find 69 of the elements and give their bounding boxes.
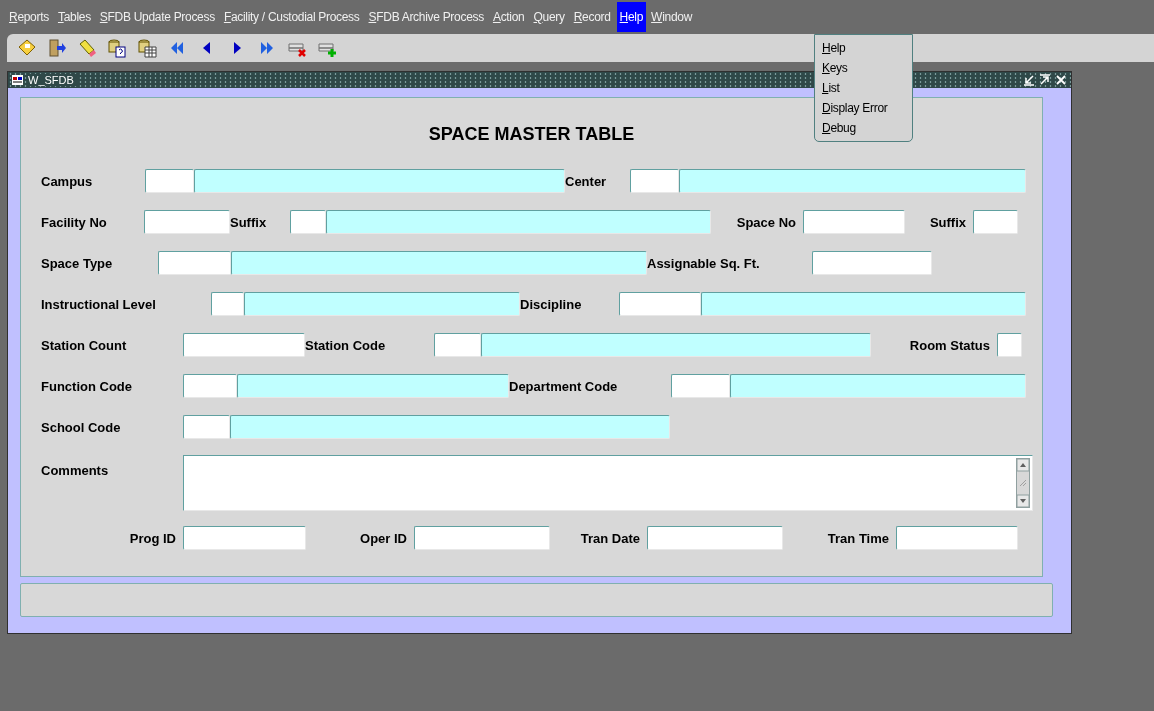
save-icon[interactable] <box>17 38 37 58</box>
menu-item[interactable]: Reports <box>6 2 52 32</box>
menu-entry[interactable]: Keys <box>815 59 912 79</box>
field-label: Tran Time <box>826 530 890 546</box>
field-label: School Code <box>41 419 122 435</box>
menu-entry[interactable]: Help <box>815 39 912 59</box>
menu-item[interactable]: Record <box>570 2 614 32</box>
database-table-icon[interactable] <box>137 38 157 58</box>
menu-item[interactable]: Action <box>489 2 528 32</box>
field-label: Prog ID <box>128 530 177 546</box>
input-field[interactable] <box>997 333 1022 357</box>
input-field[interactable] <box>812 251 932 275</box>
window-title: W_SFDB <box>28 74 78 86</box>
database-query-icon[interactable] <box>107 38 127 58</box>
menu-item[interactable]: Query <box>530 2 568 32</box>
menu-item[interactable]: Facility / Custodial Process <box>220 2 363 32</box>
field-label: Campus <box>41 173 94 189</box>
field-label: Oper ID <box>359 530 408 546</box>
input-field[interactable] <box>211 292 244 316</box>
menu-item[interactable]: SFDB Update Process <box>96 2 218 32</box>
input-field[interactable] <box>647 526 783 550</box>
form-icon <box>12 74 24 86</box>
input-field[interactable] <box>290 210 326 234</box>
input-field[interactable] <box>183 526 306 550</box>
input-field[interactable] <box>619 292 701 316</box>
field-label: Suffix <box>230 214 268 230</box>
field-label: Assignable Sq. Ft. <box>647 255 761 271</box>
scrollbar[interactable] <box>1016 458 1030 508</box>
input-field[interactable] <box>671 374 730 398</box>
close-icon[interactable] <box>1055 74 1067 86</box>
form-title: SPACE MASTER TABLE <box>428 124 635 146</box>
menu-item[interactable]: SFDB Archive Process <box>365 2 487 32</box>
menu-entry[interactable]: Display Error <box>815 99 912 119</box>
field-label: Comments <box>41 463 110 478</box>
input-field[interactable] <box>803 210 905 234</box>
comments-field[interactable] <box>183 455 1033 511</box>
field-label: Facility No <box>41 214 108 230</box>
field-label: Function Code <box>41 378 133 394</box>
input-field[interactable] <box>183 333 305 357</box>
field-label: Tran Date <box>579 530 641 546</box>
field-label: Room Status <box>908 337 991 353</box>
minimize-icon[interactable] <box>1023 74 1035 86</box>
input-field[interactable] <box>973 210 1018 234</box>
input-field[interactable] <box>630 169 679 193</box>
maximize-icon[interactable] <box>1039 74 1051 86</box>
menu-item[interactable]: Tables <box>54 2 94 32</box>
menu-item[interactable]: Help <box>616 2 647 32</box>
input-field[interactable] <box>183 415 230 439</box>
menu-entry[interactable]: Debug <box>815 119 912 139</box>
input-field[interactable] <box>145 169 194 193</box>
field-label: Suffix <box>928 214 967 230</box>
field-label: Station Code <box>305 337 387 353</box>
input-field[interactable] <box>896 526 1018 550</box>
field-label: Discipline <box>520 296 583 312</box>
menu-item[interactable]: Window <box>648 2 695 32</box>
input-field[interactable] <box>158 251 231 275</box>
input-field[interactable] <box>414 526 550 550</box>
field-label: Center <box>565 173 608 189</box>
exit-icon[interactable] <box>47 38 67 58</box>
field-label: Space Type <box>41 255 114 271</box>
field-label: Instructional Level <box>41 296 157 312</box>
eraser-icon[interactable] <box>77 38 97 58</box>
field-label: Station Count <box>41 337 128 353</box>
input-field[interactable] <box>183 374 237 398</box>
menu-entry[interactable]: List <box>815 79 912 99</box>
input-field[interactable] <box>434 333 481 357</box>
input-field[interactable] <box>144 210 230 234</box>
field-label: Department Code <box>509 378 619 394</box>
field-label: Space No <box>735 214 797 230</box>
